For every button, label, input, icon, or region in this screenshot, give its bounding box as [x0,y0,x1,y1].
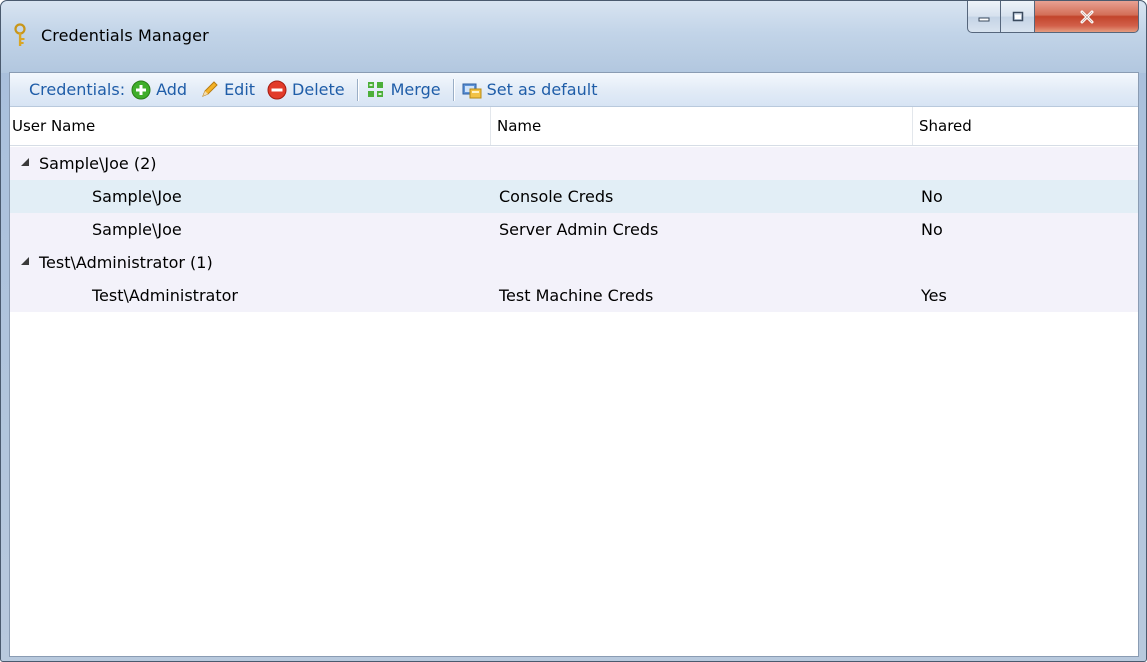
add-button[interactable]: Add [131,80,187,100]
set-default-label: Set as default [486,80,598,99]
add-icon [131,80,151,99]
credentials-toolbar: Credentials: Add Edit Delete Merge Set a… [10,73,1138,107]
column-divider[interactable] [912,107,913,145]
pencil-icon [202,80,218,97]
group-row[interactable]: Test\Administrator (1) [10,246,1138,279]
minimize-icon [978,17,990,21]
toolbar-separator [356,78,358,101]
cell-user-name: Test\Administrator [92,286,238,305]
cell-shared: No [921,187,943,206]
key-icon [14,23,26,46]
add-label: Add [156,80,188,99]
expand-collapse-icon[interactable] [19,156,31,168]
merge-icon [367,81,383,97]
close-button[interactable] [1035,1,1139,33]
column-header: User Name Name Shared [10,107,1138,146]
maximize-icon [1012,11,1023,21]
delete-label: Delete [292,80,345,99]
group-label: Sample\Joe (2) [39,154,157,173]
credentials-manager-window: Credentials Manager Credentials: Add Edi… [0,0,1147,662]
toolbar-label: Credentials: [29,80,126,99]
cell-user-name: Sample\Joe [92,220,182,239]
set-default-icon [462,83,482,98]
toolbar-separator-2 [452,78,454,101]
group-label: Test\Administrator (1) [39,253,213,272]
cell-name: Console Creds [499,187,614,206]
group-row[interactable]: Sample\Joe (2) [10,147,1138,180]
set-default-button[interactable]: Set as default [462,80,598,100]
delete-button[interactable]: Delete [267,80,345,100]
column-divider[interactable] [490,107,491,145]
close-icon [1080,10,1093,23]
column-name[interactable]: Name [497,117,541,135]
delete-icon [267,80,287,99]
window-title: Credentials Manager [41,26,209,45]
cell-shared: No [921,220,943,239]
cell-user-name: Sample\Joe [92,187,182,206]
column-shared[interactable]: Shared [919,117,972,135]
column-user-name[interactable]: User Name [12,117,95,135]
maximize-button[interactable] [1001,1,1035,33]
table-row[interactable]: Sample\Joe Server Admin Creds No [10,213,1138,246]
cell-shared: Yes [921,286,947,305]
client-area: Credentials: Add Edit Delete Merge Set a… [9,72,1139,657]
minimize-button[interactable] [967,1,1001,33]
merge-label: Merge [390,80,441,99]
table-row[interactable]: Sample\Joe Console Creds No [10,180,1138,213]
cell-name: Server Admin Creds [499,220,659,239]
cell-name: Test Machine Creds [499,286,654,305]
edit-button[interactable]: Edit [199,80,255,100]
table-row[interactable]: Test\Administrator Test Machine Creds Ye… [10,279,1138,312]
title-bar[interactable]: Credentials Manager [1,1,1146,73]
edit-label: Edit [224,80,256,99]
merge-button[interactable]: Merge [366,80,441,100]
expand-collapse-icon[interactable] [19,255,31,267]
